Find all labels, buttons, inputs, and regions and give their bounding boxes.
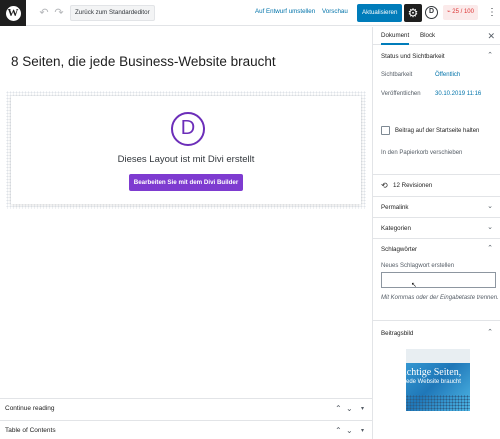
image-pattern	[406, 395, 470, 411]
featured-image-subtext: ede Website braucht	[406, 379, 461, 385]
preview-button[interactable]: Vorschau	[322, 8, 348, 15]
tags-panel: Schlagwörter ⌃ Neues Schlagwort erstelle…	[373, 239, 500, 321]
panel-heading[interactable]: Schlagwörter	[381, 246, 417, 253]
status-visibility-panel: Status und Sichtbarkeit ⌃ Sichtbarkeit Ö…	[373, 46, 500, 175]
sticky-post-checkbox[interactable]	[381, 126, 390, 135]
mouse-cursor-icon: ↖	[411, 282, 417, 289]
revisions-label: 12 Revisionen	[393, 182, 433, 189]
meta-box-table-of-contents[interactable]: Table of Contents ⌃ ⌄ ▾	[0, 420, 372, 439]
panel-heading[interactable]: Beitragsbild	[381, 330, 413, 337]
panel-heading: Permalink	[381, 204, 409, 211]
new-tag-label: Neues Schlagwort erstellen	[381, 263, 455, 269]
undo-icon[interactable]: ↶	[38, 7, 50, 19]
history-icon: ⟲	[381, 181, 388, 190]
divi-placeholder-block: D Dieses Layout ist mit Divi erstellt Be…	[6, 91, 366, 209]
revisions-panel[interactable]: ⟲ 12 Revisionen	[373, 175, 500, 197]
chevron-down-icon[interactable]: ⌄	[487, 223, 493, 231]
editor-header: W ↶ ↷ Zurück zum Standardeditor Auf Entw…	[0, 0, 500, 26]
divi-icon[interactable]: D	[425, 6, 438, 19]
meta-box-label: Table of Contents	[5, 427, 56, 434]
wordpress-icon: W	[5, 5, 21, 21]
chevron-up-icon[interactable]: ⌃	[487, 244, 493, 252]
back-to-default-editor-button[interactable]: Zurück zum Standardeditor	[70, 5, 155, 21]
settings-sidebar: Dokument Block ✕ Status und Sichtbarkeit…	[372, 27, 500, 439]
toggle-panel-icon[interactable]: ▾	[361, 399, 364, 419]
move-down-icon[interactable]: ⌄	[346, 399, 353, 419]
panel-heading[interactable]: Status und Sichtbarkeit	[381, 53, 445, 60]
meta-box-label: Continue reading	[5, 405, 55, 412]
panel-heading: Kategorien	[381, 225, 411, 232]
visibility-label: Sichtbarkeit	[381, 72, 413, 78]
move-to-trash-link[interactable]: In den Papierkorb verschieben	[381, 150, 462, 156]
more-options-icon[interactable]: ⋮	[487, 6, 497, 20]
move-up-icon[interactable]: ⌃	[335, 421, 342, 439]
publish-date-toggle[interactable]: 30.10.2019 11:16	[435, 91, 481, 97]
sidebar-tabs: Dokument Block ✕	[373, 27, 500, 45]
categories-panel[interactable]: Kategorien ⌄	[373, 218, 500, 239]
redo-icon[interactable]: ↷	[53, 7, 65, 19]
close-icon[interactable]: ✕	[487, 27, 495, 45]
sticky-post-label: Beitrag auf der Startseite halten	[395, 128, 480, 134]
seo-score-text: 25 / 100	[452, 9, 474, 15]
visibility-toggle[interactable]: Öffentlich	[435, 72, 460, 78]
wordpress-logo-button[interactable]: W	[0, 0, 26, 26]
move-up-icon[interactable]: ⌃	[335, 399, 342, 419]
edit-with-divi-button[interactable]: Bearbeiten Sie mit dem Divi Builder	[129, 174, 243, 191]
tab-block[interactable]: Block	[420, 27, 435, 45]
update-button[interactable]: Aktualisieren	[357, 4, 403, 22]
divi-layout-message: Dieses Layout ist mit Divi erstellt	[117, 154, 255, 165]
chevron-up-icon[interactable]: ⌃	[487, 328, 493, 336]
permalink-panel[interactable]: Permalink ⌄	[373, 197, 500, 218]
featured-image-thumbnail[interactable]: ichtige Seiten, ede Website braucht	[406, 349, 470, 411]
tab-document[interactable]: Dokument	[381, 27, 410, 45]
chevron-down-icon[interactable]: ⌄	[487, 202, 493, 210]
tags-help-text: Mit Kommas oder der Eingabetaste trennen…	[381, 295, 499, 301]
seo-score-badge[interactable]: ⌁ 25 / 100	[443, 5, 478, 20]
switch-to-draft-button[interactable]: Auf Entwurf umstellen	[255, 8, 315, 15]
meta-box-continue-reading[interactable]: Continue reading ⌃ ⌄ ▾	[0, 398, 372, 418]
featured-image-text: ichtige Seiten,	[406, 367, 462, 378]
settings-gear-icon[interactable]: ⚙	[404, 4, 422, 22]
image-header-band	[406, 349, 470, 363]
post-title[interactable]: 8 Seiten, die jede Business-Website brau…	[11, 54, 276, 69]
editor-canvas: 8 Seiten, die jede Business-Website brau…	[0, 27, 372, 439]
publish-date-label: Veröffentlichen	[381, 91, 421, 97]
move-down-icon[interactable]: ⌄	[346, 421, 353, 439]
toggle-panel-icon[interactable]: ▾	[361, 421, 364, 439]
divi-logo-icon: D	[171, 112, 205, 146]
chevron-up-icon[interactable]: ⌃	[487, 51, 493, 59]
divi-placeholder-card: D Dieses Layout ist mit Divi erstellt Be…	[11, 96, 361, 204]
new-tag-input[interactable]: ↖	[381, 272, 496, 289]
